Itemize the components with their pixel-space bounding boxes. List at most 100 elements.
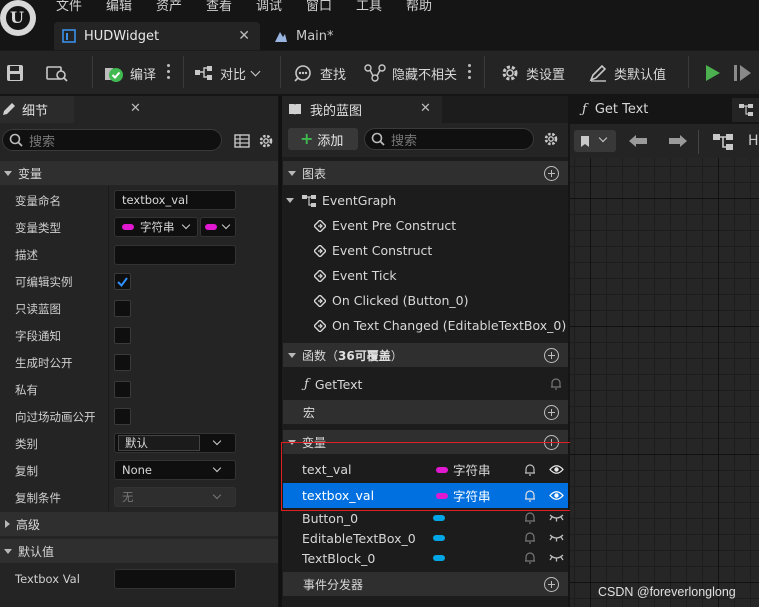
section-functions[interactable]: 函数（ 36可覆盖 ）	[283, 343, 568, 367]
variable-type-dropdown[interactable]: 字符串	[114, 217, 198, 237]
table-view-icon[interactable]	[234, 134, 250, 148]
menu-file[interactable]: 文件	[56, 0, 82, 14]
bell-icon[interactable]	[550, 377, 562, 390]
checkmark-icon	[117, 277, 128, 288]
details-search-input[interactable]: 搜索	[2, 129, 222, 151]
hide-unrelated-button[interactable]: 隐藏不相关	[364, 62, 457, 84]
details-settings-gear-icon[interactable]	[258, 133, 274, 149]
tab-main[interactable]: Main*	[266, 22, 396, 50]
class-settings-button[interactable]: 类设置	[500, 62, 565, 84]
tab-close-icon[interactable]: ✕	[238, 28, 250, 44]
add-graph-icon[interactable]	[544, 166, 559, 181]
my-blueprint-settings-gear-icon[interactable]	[543, 131, 559, 147]
category-combo[interactable]: 默认	[114, 433, 236, 453]
hide-unrelated-options-icon[interactable]	[468, 64, 472, 80]
save-button[interactable]	[6, 62, 24, 84]
back-arrow-icon[interactable]	[628, 134, 648, 148]
bookmark-dropdown[interactable]	[574, 130, 616, 152]
description-field[interactable]	[114, 245, 236, 265]
add-function-icon[interactable]	[544, 348, 559, 363]
section-graphs[interactable]: 图表	[283, 161, 568, 185]
prop-label: 类别	[15, 436, 38, 451]
diff-dropdown[interactable]: 对比	[194, 62, 261, 84]
private-checkbox[interactable]	[114, 381, 131, 398]
field-notify-checkbox[interactable]	[114, 327, 131, 344]
details-column-divider	[108, 186, 109, 511]
my-blueprint-tab[interactable]: 我的蓝图	[288, 96, 362, 122]
find-label: 查找	[320, 67, 347, 83]
section-advanced[interactable]: 高级	[0, 512, 278, 536]
toolbar-separator	[688, 56, 689, 88]
event-item[interactable]: Event Tick	[314, 263, 397, 288]
container-type-dropdown[interactable]	[200, 217, 236, 237]
class-defaults-label: 类默认值	[614, 67, 667, 83]
eye-closed-icon[interactable]	[549, 533, 564, 542]
event-item[interactable]: Event Construct	[314, 238, 432, 263]
graph-tab-overflow[interactable]	[732, 98, 759, 122]
replication-condition-dropdown[interactable]: 无	[114, 487, 236, 507]
menu-window[interactable]: 窗口	[306, 0, 332, 14]
gear-icon	[502, 65, 518, 81]
forward-arrow-icon[interactable]	[668, 134, 688, 148]
compile-button[interactable]: 编译	[102, 62, 156, 84]
add-event-dispatcher-icon[interactable]	[544, 577, 559, 592]
find-button[interactable]: 查找	[294, 62, 346, 84]
section-variable[interactable]: 变量	[0, 161, 278, 185]
unreal-logo-icon[interactable]: U	[0, 0, 38, 46]
graph-canvas[interactable]	[570, 158, 759, 607]
collapse-arrow-icon	[286, 198, 294, 203]
eye-closed-icon[interactable]	[549, 553, 564, 562]
chevron-down-icon	[250, 66, 261, 76]
compile-label: 编译	[130, 67, 157, 83]
compile-success-icon	[105, 68, 123, 82]
menu-tools[interactable]: 工具	[356, 0, 382, 14]
step-icon[interactable]	[734, 64, 752, 82]
tab-get-text-graph[interactable]: ƒ Get Text	[582, 96, 648, 122]
object-pin-icon	[433, 535, 445, 541]
browse-button[interactable]	[46, 62, 68, 84]
tab-main-label: Main*	[296, 28, 334, 44]
bell-icon[interactable]	[524, 531, 536, 544]
event-label: Event Tick	[332, 268, 397, 283]
toolbar-separator	[698, 130, 699, 154]
bell-icon[interactable]	[524, 511, 536, 524]
play-icon[interactable]	[704, 64, 722, 82]
level-icon	[275, 32, 287, 42]
compile-options-icon[interactable]	[167, 64, 171, 80]
menu-view[interactable]: 查看	[206, 0, 232, 14]
tab-hudwidget[interactable]: HUDWidget ✕	[54, 22, 260, 50]
variable-item[interactable]: TextBlock_0	[283, 547, 568, 569]
replication-dropdown[interactable]: None	[114, 460, 236, 480]
instance-editable-checkbox[interactable]	[114, 273, 131, 290]
event-item[interactable]: Event Pre Construct	[314, 213, 456, 238]
add-macro-icon[interactable]	[544, 405, 559, 420]
graph-hierarchy-icon[interactable]	[712, 133, 734, 151]
bell-icon[interactable]	[524, 551, 536, 564]
default-textbox-value-field[interactable]	[114, 569, 236, 589]
category-value[interactable]: 默认	[118, 435, 200, 451]
variable-name-field[interactable]: textbox_val	[114, 190, 236, 210]
menu-help[interactable]: 帮助	[406, 0, 432, 14]
expose-cinematics-checkbox[interactable]	[114, 408, 131, 425]
section-default-value[interactable]: 默认值	[0, 539, 278, 563]
expose-on-spawn-checkbox[interactable]	[114, 354, 131, 371]
function-item[interactable]: ƒ GetText	[304, 372, 362, 397]
menu-assets[interactable]: 资产	[156, 0, 182, 14]
eye-closed-icon[interactable]	[549, 513, 564, 522]
event-item[interactable]: On Clicked (Button_0)	[314, 288, 469, 313]
menu-debug[interactable]: 调试	[256, 0, 282, 14]
details-close-icon[interactable]: ✕	[130, 101, 141, 116]
add-button[interactable]: + 添加	[288, 128, 358, 150]
details-tab[interactable]: 细节	[2, 96, 48, 122]
section-macros[interactable]: 宏	[283, 400, 568, 424]
expand-arrow-icon	[5, 520, 10, 528]
menu-edit[interactable]: 编辑	[106, 0, 132, 14]
my-blueprint-close-icon[interactable]: ✕	[420, 101, 431, 116]
event-item[interactable]: On Text Changed (EditableTextBox_0)	[314, 313, 566, 338]
class-defaults-button[interactable]: 类默认值	[588, 62, 666, 84]
section-event-dispatchers[interactable]: 事件分发器	[283, 572, 568, 596]
blueprint-readonly-checkbox[interactable]	[114, 300, 131, 317]
variable-item[interactable]: EditableTextBox_0	[283, 527, 568, 549]
my-blueprint-search-input[interactable]: 搜索	[364, 128, 534, 150]
event-graph-item[interactable]: EventGraph	[286, 188, 396, 213]
